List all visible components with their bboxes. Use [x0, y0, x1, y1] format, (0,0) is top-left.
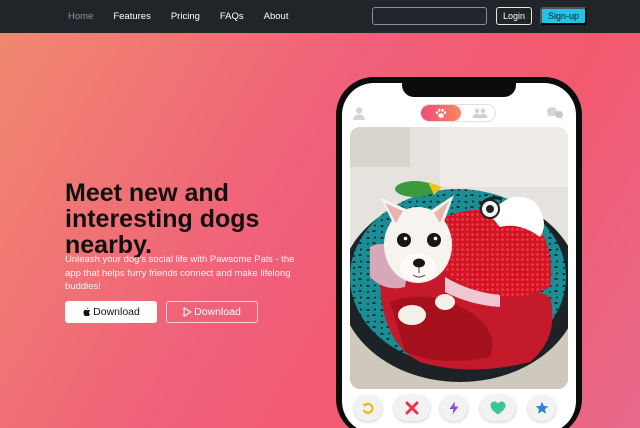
phone-screen [342, 83, 576, 428]
nav-links: Home Features Pricing FAQs About [68, 11, 308, 22]
login-button[interactable]: Login [495, 7, 532, 25]
mode-toggle[interactable] [420, 104, 496, 122]
nav-link-features[interactable]: Features [113, 11, 151, 22]
nav-link-home[interactable]: Home [68, 11, 93, 22]
users-icon [472, 108, 488, 118]
super-like-button[interactable] [528, 395, 556, 421]
apple-icon [83, 307, 91, 317]
nav-link-faqs[interactable]: FAQs [220, 11, 244, 22]
paw-icon [435, 108, 447, 118]
reject-button[interactable] [394, 395, 430, 421]
navbar: Home Features Pricing FAQs About Login S… [0, 0, 640, 33]
chat-icon[interactable] [546, 106, 564, 120]
nav-link-pricing[interactable]: Pricing [171, 11, 200, 22]
dog-profile-card[interactable] [350, 127, 568, 389]
search-input[interactable] [371, 7, 487, 25]
phone-notch [402, 83, 516, 97]
profile-icon[interactable] [352, 106, 366, 120]
play-store-icon [183, 307, 192, 317]
heart-icon [490, 401, 506, 415]
users-toggle[interactable] [465, 105, 495, 121]
close-icon [405, 401, 419, 415]
download-app-store-button[interactable]: Download [65, 301, 157, 323]
download-play-store-button[interactable]: Download [166, 301, 258, 323]
nav-link-about[interactable]: About [264, 11, 289, 22]
hero-subtitle: Unleash your dog's social life with Paws… [65, 254, 295, 292]
nav-actions: Login Sign-up [371, 7, 587, 25]
like-button[interactable] [480, 395, 516, 421]
undo-button[interactable] [354, 395, 382, 421]
download-play-store-label: Download [194, 306, 241, 318]
paw-toggle[interactable] [421, 105, 461, 121]
undo-icon [362, 402, 374, 414]
swipe-actions [342, 395, 576, 425]
download-buttons: Download Download [65, 301, 258, 323]
download-app-store-label: Download [93, 306, 140, 318]
dog-photo [350, 127, 568, 389]
phone-mockup [336, 77, 582, 428]
bolt-icon [449, 401, 459, 415]
boost-button[interactable] [440, 395, 468, 421]
hero-title: Meet new and interesting dogs nearby. [65, 179, 260, 259]
signup-button[interactable]: Sign-up [539, 7, 587, 25]
star-icon [535, 401, 549, 414]
